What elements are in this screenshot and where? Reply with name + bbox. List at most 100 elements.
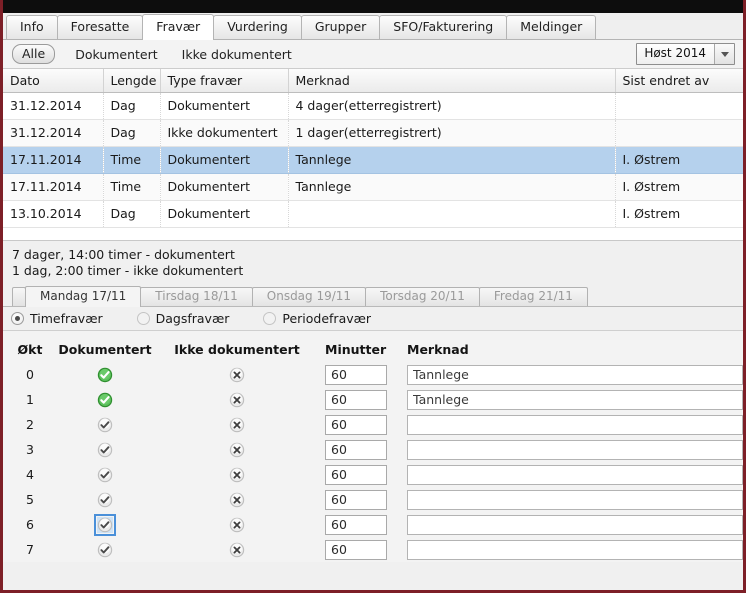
session-row: 5 [3,487,743,512]
minutter-input[interactable] [325,514,387,535]
session-merknad-cell [403,364,743,385]
grey-check-icon[interactable] [97,467,113,483]
col-header-dokumentert: Dokumentert [58,341,152,357]
merknad-input[interactable] [407,539,743,560]
absence-col-header-1[interactable]: Lengde [103,69,161,93]
radio-periodefrav-r[interactable]: Periodefravær [263,311,371,326]
table-row[interactable]: 31.12.2014 Dag Ikke dokumentert 1 dager(ett… [3,119,743,147]
tab-sfo-fakturering[interactable]: SFO/Fakturering [379,15,508,39]
cell-dato: 17.11.2014 [3,146,104,174]
merknad-input[interactable] [407,439,743,460]
session-grid-header: Økt Dokumentert Ikke dokumentert Minutte… [3,339,743,359]
merknad-input[interactable] [407,389,743,410]
filter-dokumentert[interactable]: Dokumentert [75,47,157,62]
minutter-input[interactable] [325,489,387,510]
absence-col-header-0[interactable]: Dato [3,69,104,93]
merknad-input[interactable] [407,489,743,510]
session-ikke-dokumentert-cell [153,492,321,508]
table-row[interactable]: 17.11.2014 Time Dokumentert Tannlege I. Østr… [3,146,743,174]
radio-label: Periodefravær [282,311,372,326]
tab-frav-r[interactable]: Fravær [142,14,215,40]
session-merknad-cell [403,439,743,460]
table-row[interactable]: 17.11.2014 Time Dokumentert Tannlege I. Østr… [3,173,743,201]
session-row: 3 [3,437,743,462]
green-check-icon[interactable] [97,367,113,383]
absence-type-radio-group: Timefravær Dagsfravær Periodefravær [3,307,743,331]
grey-cross-icon[interactable] [229,467,245,483]
session-minutter-cell [321,389,403,410]
chevron-down-icon[interactable] [714,44,734,64]
minutter-input[interactable] [325,389,387,410]
grey-cross-icon[interactable] [229,417,245,433]
cell-merknad [288,200,616,228]
table-row[interactable]: 31.12.2014 Dag Dokumentert 4 dager(etterreg… [3,92,743,120]
session-minutter-cell [321,539,403,560]
radio-dagsfrav-r[interactable]: Dagsfravær [136,311,229,326]
main-tab-bar: Info Foresatte Fravær Vurdering Grupper SFO/F… [3,13,743,40]
tab-foresatte[interactable]: Foresatte [56,15,144,39]
absence-table-header-row: Dato Lengde Type fravær Merknad Sist endret … [3,69,743,93]
cell-dato: 31.12.2014 [3,92,104,120]
day-tab-fredag-21-11[interactable]: Fredag 21/11 [478,287,588,306]
cell-merknad: Tannlege [288,146,616,174]
minutter-input[interactable] [325,439,387,460]
session-number: 7 [26,542,34,557]
cell-sist_endret_av: I. Østrem [615,173,743,201]
minutter-input[interactable] [325,364,387,385]
merknad-input[interactable] [407,414,743,435]
grey-check-icon[interactable] [97,542,113,558]
cell-sist_endret_av [615,92,743,120]
grey-check-icon[interactable] [97,492,113,508]
grey-check-icon[interactable] [97,442,113,458]
grey-cross-icon[interactable] [229,367,245,383]
green-check-icon[interactable] [97,392,113,408]
radio-timefrav-r[interactable]: Timefravær [11,311,103,326]
tab-vurdering[interactable]: Vurdering [213,15,302,39]
day-tab-tirsdag-18-11[interactable]: Tirsdag 18/11 [140,287,253,306]
grey-cross-icon[interactable] [229,517,245,533]
merknad-input[interactable] [407,514,743,535]
tab-meldinger[interactable]: Meldinger [506,15,597,39]
day-tab-scroll-stub[interactable] [12,287,26,306]
filter-alle[interactable]: Alle [12,44,56,64]
day-tab-onsdag-19-11[interactable]: Onsdag 19/11 [251,287,367,306]
session-dokumentert-cell [57,542,153,558]
grey-check-icon[interactable] [94,513,116,536]
filter-ikke-dokumentert[interactable]: Ikke dokumentert [182,47,292,62]
session-dokumentert-cell [57,513,153,536]
cell-type: Ikke dokumentert [160,119,289,147]
cell-sist_endret_av: I. Østrem [615,200,743,228]
minutter-input[interactable] [325,464,387,485]
tab-info[interactable]: Info [6,15,58,39]
session-number: 3 [26,442,34,457]
session-row: 1 [3,387,743,412]
tab-grupper[interactable]: Grupper [300,15,381,39]
grey-cross-icon[interactable] [229,492,245,508]
session-minutter-cell [321,364,403,385]
day-tab-mandag-17-11[interactable]: Mandag 17/11 [25,286,142,307]
grey-check-icon[interactable] [97,417,113,433]
absence-table-empty-area [3,228,743,241]
cell-dato: 31.12.2014 [3,119,104,147]
radio-label: Timefravær [30,311,103,326]
cell-lengde: Time [103,173,161,201]
minutter-input[interactable] [325,539,387,560]
radio-dot-icon [136,312,150,325]
grey-cross-icon[interactable] [229,392,245,408]
session-minutter-cell [321,514,403,535]
absence-col-header-3[interactable]: Merknad [288,69,616,93]
grey-cross-icon[interactable] [229,442,245,458]
cell-lengde: Dag [103,200,161,228]
merknad-input[interactable] [407,364,743,385]
grey-cross-icon[interactable] [229,542,245,558]
day-tab-torsdag-20-11[interactable]: Torsdag 20/11 [365,287,480,306]
absence-col-header-2[interactable]: Type fravær [160,69,289,93]
cell-merknad: Tannlege [288,173,616,201]
merknad-input[interactable] [407,464,743,485]
session-minutter-cell [321,489,403,510]
absence-col-header-4[interactable]: Sist endret av [615,69,743,93]
term-select-dropdown[interactable]: Høst 2014 [636,43,735,65]
table-row[interactable]: 13.10.2014 Dag Dokumentert I. Østrem [3,200,743,228]
absence-table: Dato Lengde Type fravær Merknad Sist endret … [3,69,743,228]
minutter-input[interactable] [325,414,387,435]
